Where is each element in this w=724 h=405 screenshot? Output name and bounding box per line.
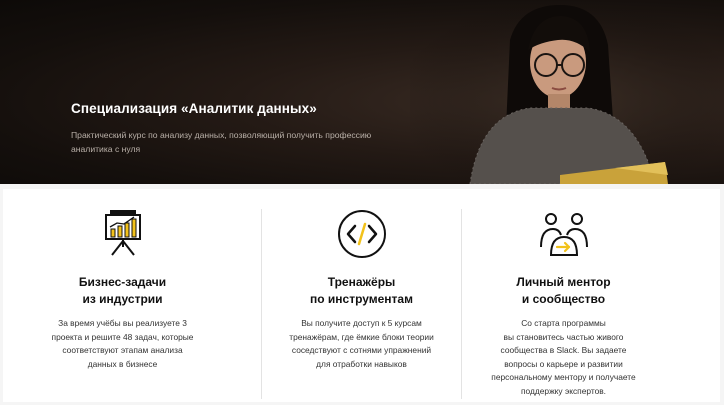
code-brackets-icon [337,210,386,258]
hero-subtitle-line: аналитика с нуля [71,144,141,154]
feature-description-line: для отработки навыков [316,358,407,369]
feature-description-line: вопросы о карьере и развитии [504,358,623,369]
student-photo [410,0,724,184]
feature-card-business: Бизнес-задачи из индустрии За время учёб… [3,189,242,402]
mentor-community-icon [539,213,588,256]
feature-title-line: Тренажёры [327,275,396,289]
feature-description: За время учёбы вы реализуете 3 проекта и… [52,317,194,371]
feature-title: Личный ментор и сообщество [444,274,683,308]
feature-description-line: персональному ментору и получаете [491,372,636,382]
feature-description-line: соседствуют с сотнями упражнений [291,345,432,355]
hero-subtitle-line: Практический курс по анализу данных, поз… [71,130,372,140]
feature-description-line: сообщества в Slack. Вы задаете [500,345,627,355]
feature-card-mentor: Личный ментор и сообщество Со старта про… [444,189,683,402]
feature-title-line: и сообщество [521,292,606,306]
feature-description-line: За время учёбы вы реализуете 3 [58,318,187,328]
hero-subtitle: Практический курс по анализу данных, поз… [71,128,411,156]
feature-description-line: тренажёрам, где ёмкие блоки теории [289,331,434,342]
feature-title: Бизнес-задачи из индустрии [3,274,242,308]
feature-title-line: из индустрии [82,292,163,306]
feature-description-line: Со старта программы [521,318,606,328]
feature-description: Вы получите доступ к 5 курсам тренажёрам… [289,317,434,371]
feature-title-line: Бизнес-задачи [78,275,167,289]
feature-title-line: по инструментам [309,292,413,306]
hero-banner: Специализация «Аналитик данных» Практиче… [0,0,724,184]
feature-description: Со старта программы вы становитесь часть… [491,317,635,398]
feature-description-line: проекта и решите 48 задач, которые [51,331,194,342]
feature-description-line: данных в бизнесе [87,358,158,369]
page-title: Специализация «Аналитик данных» [71,101,317,116]
feature-description-line: поддержку экспертов. [520,385,607,396]
features-section: Бизнес-задачи из индустрии За время учёб… [3,189,720,402]
feature-description-line: вы становитесь частью живого [503,331,624,342]
presentation-chart-icon [104,210,141,256]
feature-description-line: соответствуют этапам анализа [62,345,183,355]
feature-title-line: Личный ментор [516,275,611,289]
feature-description-line: Вы получите доступ к 5 курсам [301,318,422,328]
